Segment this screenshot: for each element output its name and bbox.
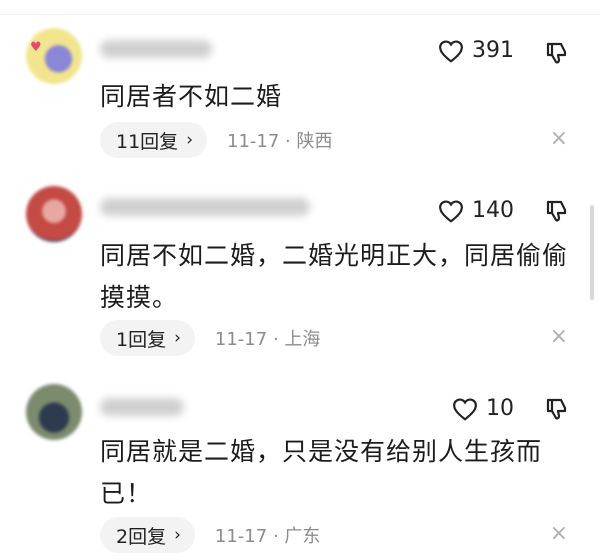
reply-count-button[interactable]: 1回复 › <box>100 320 195 356</box>
comment-location: 上海 <box>284 329 321 350</box>
scrollbar[interactable] <box>590 205 594 300</box>
comment-date: 11-17 <box>214 329 268 350</box>
comment-date: 11-17 <box>214 526 268 547</box>
thumbs-down-icon[interactable] <box>544 396 570 422</box>
comment-meta: 11回复 › 11-17 · 陕西 <box>100 122 333 158</box>
comment-date-location: 11-17 · 上海 <box>215 325 321 351</box>
separator-dot: · <box>272 526 279 547</box>
like-button[interactable]: 391 <box>438 38 514 63</box>
avatar-heart-badge-icon: ♥ <box>30 40 42 55</box>
reply-count-label: 1回复 <box>116 328 167 351</box>
like-count: 10 <box>486 396 514 421</box>
comment-meta: 2回复 › 11-17 · 广东 <box>100 517 320 553</box>
comment-text: 同居者不如二婚 <box>100 82 283 111</box>
reply-count-button[interactable]: 2回复 › <box>100 517 195 553</box>
comment-meta: 1回复 › 11-17 · 上海 <box>100 320 320 356</box>
chevron-right-icon: › <box>174 525 181 545</box>
avatar[interactable] <box>26 186 82 242</box>
reply-count-label: 11回复 <box>116 130 179 153</box>
comment-location: 广东 <box>284 526 321 547</box>
avatar[interactable] <box>26 28 82 84</box>
comment-text: 同居就是二婚，只是没有给别人生孩而已！ <box>100 437 543 508</box>
close-icon[interactable]: × <box>550 324 568 349</box>
like-button[interactable]: 10 <box>452 396 514 421</box>
chevron-right-icon: › <box>174 328 181 348</box>
heart-outline-icon <box>439 199 463 223</box>
thumbs-down-icon[interactable] <box>544 40 570 66</box>
comment-date: 11-17 <box>227 131 280 152</box>
close-icon[interactable]: × <box>550 126 568 151</box>
like-count: 140 <box>472 198 514 223</box>
comment-text: 同居不如二婚，二婚光明正大，同居偷偷摸摸。 <box>100 241 569 312</box>
heart-outline-icon <box>453 397 477 421</box>
comment-date-location: 11-17 · 陕西 <box>227 127 333 153</box>
reply-count-label: 2回复 <box>116 525 167 548</box>
separator-dot: · <box>285 131 291 152</box>
close-icon[interactable]: × <box>550 521 568 546</box>
separator-dot: · <box>272 329 279 350</box>
username-blurred[interactable] <box>100 398 184 416</box>
avatar[interactable] <box>26 384 82 440</box>
heart-outline-icon <box>439 39 463 63</box>
username-blurred[interactable] <box>100 40 212 58</box>
top-divider <box>0 14 600 15</box>
comment-date-location: 11-17 · 广东 <box>215 522 321 548</box>
thumbs-down-icon[interactable] <box>544 198 570 224</box>
reply-count-button[interactable]: 11回复 › <box>100 122 207 158</box>
chevron-right-icon: › <box>186 130 193 150</box>
like-count: 391 <box>472 38 514 63</box>
username-blurred[interactable] <box>100 198 310 216</box>
like-button[interactable]: 140 <box>438 198 514 223</box>
comment-location: 陕西 <box>296 131 333 152</box>
